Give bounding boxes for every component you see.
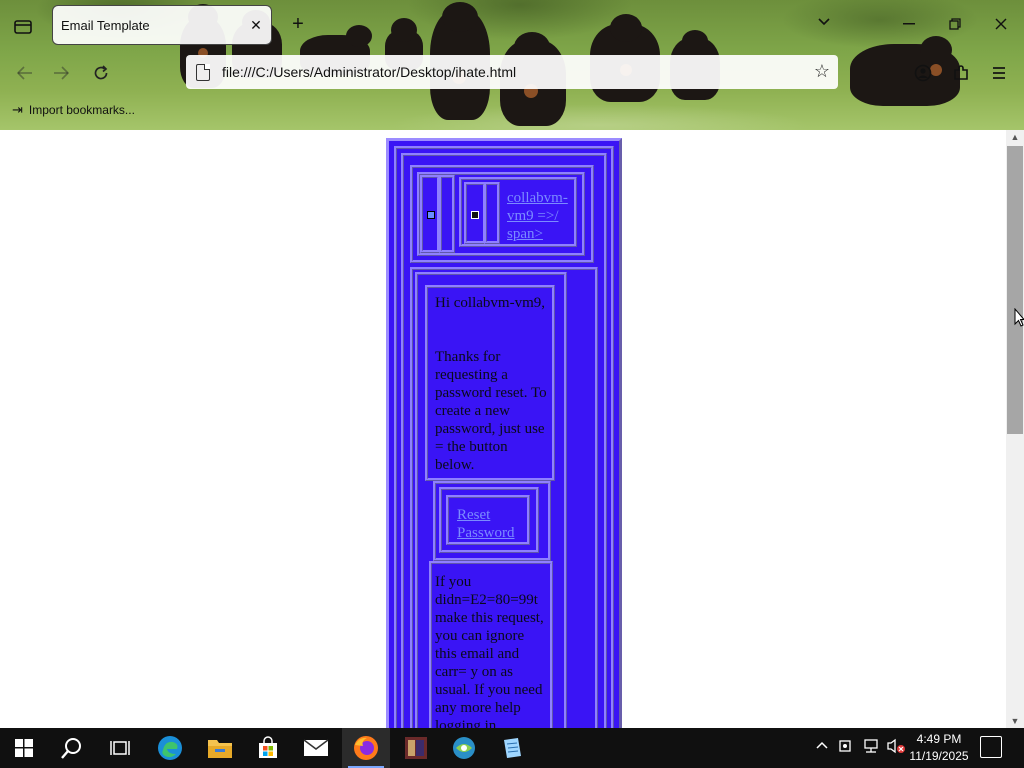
new-tab-icon[interactable]: +	[286, 12, 310, 36]
email-greeting: Hi collabvm-vm9,	[435, 295, 545, 311]
reset-password-button[interactable]: Reset Password	[446, 495, 530, 545]
account-icon[interactable]	[910, 60, 936, 86]
extensions-icon[interactable]	[948, 60, 974, 86]
vertical-scrollbar[interactable]: ▲ ▼	[1006, 130, 1024, 728]
mouse-cursor-icon	[1014, 308, 1024, 327]
taskbar: 4:49 PM 11/19/2025	[0, 728, 1024, 768]
notepad-icon[interactable]	[488, 728, 536, 768]
reset-password-link[interactable]: Reset Password	[457, 506, 527, 542]
theme-dog-image	[850, 36, 960, 106]
logo-cell-inner	[439, 175, 455, 253]
scroll-down-icon[interactable]: ▼	[1006, 714, 1024, 728]
search-icon[interactable]	[48, 728, 96, 768]
network-icon[interactable]	[862, 738, 880, 757]
winrar-icon[interactable]	[392, 728, 440, 768]
browser-chrome: Email Template ✕ + file:///C:/Users/Admi…	[0, 0, 1024, 130]
minimize-icon[interactable]	[893, 10, 925, 38]
page-content: collabvm-vm9 =>/ span> Hi collabvm-vm9, …	[0, 130, 1006, 728]
close-window-icon[interactable]	[985, 10, 1017, 38]
start-icon[interactable]	[0, 728, 48, 768]
network-app-icon[interactable]	[440, 728, 488, 768]
edge-icon[interactable]	[146, 728, 194, 768]
tab-email-template[interactable]: Email Template ✕	[52, 5, 272, 45]
chevron-down-icon[interactable]	[812, 14, 836, 36]
task-view-icon[interactable]	[96, 728, 144, 768]
restore-icon[interactable]	[939, 10, 971, 38]
avatar-image	[471, 211, 479, 219]
bookmark-star-icon[interactable]: ☆	[814, 61, 830, 82]
chevron-up-icon[interactable]	[816, 738, 828, 753]
notifications-icon[interactable]	[980, 736, 1002, 758]
url-text[interactable]: file:///C:/Users/Administrator/Desktop/i…	[222, 64, 516, 80]
store-icon[interactable]	[244, 728, 292, 768]
address-bar[interactable]: file:///C:/Users/Administrator/Desktop/i…	[186, 55, 838, 89]
back-arrow-icon[interactable]	[12, 60, 38, 86]
tab-groups-icon[interactable]	[10, 14, 36, 38]
file-explorer-icon[interactable]	[196, 728, 244, 768]
clock-time: 4:49 PM	[916, 732, 962, 746]
scrollbar-thumb[interactable]	[1007, 146, 1023, 434]
import-icon: ⇥	[12, 102, 23, 117]
meet-icon[interactable]	[838, 738, 854, 757]
menu-icon[interactable]	[986, 60, 1012, 86]
forward-arrow-icon[interactable]	[48, 60, 74, 86]
tab-title: Email Template	[61, 17, 150, 33]
system-clock[interactable]: 4:49 PM 11/19/2025	[902, 731, 976, 765]
header-link-inner-2	[484, 182, 500, 244]
email-container: collabvm-vm9 =>/ span> Hi collabvm-vm9, …	[386, 138, 622, 728]
firefox-icon[interactable]	[342, 728, 390, 768]
close-tab-icon[interactable]: ✕	[247, 16, 265, 34]
logo-image	[427, 211, 435, 219]
email-message: Thanks for requesting a password reset. …	[435, 349, 547, 473]
import-bookmarks-link[interactable]: ⇥ Import bookmarks...	[12, 102, 135, 118]
scroll-up-icon[interactable]: ▲	[1006, 130, 1024, 144]
mail-icon[interactable]	[292, 728, 340, 768]
page-icon	[196, 63, 210, 81]
email-footer-text: If you didn=E2=80=99t make this request,…	[435, 574, 544, 728]
header-link[interactable]: collabvm-vm9 =>/ span>	[507, 189, 575, 243]
clock-date: 11/19/2025	[909, 749, 969, 763]
reload-icon[interactable]	[88, 60, 114, 86]
import-bookmarks-label: Import bookmarks...	[28, 103, 135, 117]
